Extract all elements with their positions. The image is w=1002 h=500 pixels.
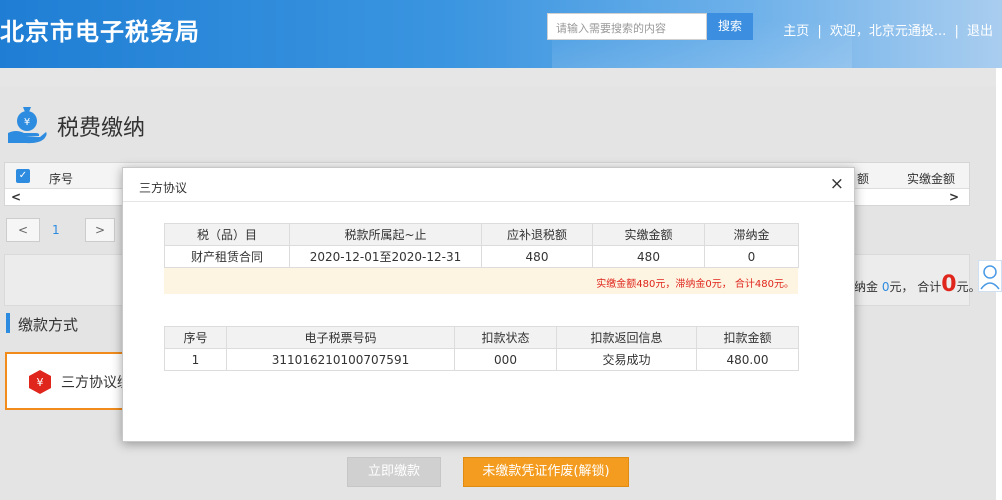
svg-text:¥: ¥ (37, 376, 44, 389)
column-deduction-status: 扣款状态 (454, 326, 557, 349)
customer-service-icon[interactable] (978, 260, 1002, 292)
svg-text:¥: ¥ (24, 117, 30, 128)
nav-separator: | (817, 24, 822, 39)
cell-ticket-number: 311016210100707591 (226, 348, 455, 371)
nav-welcome-user[interactable]: 欢迎，北京元通投... (830, 24, 946, 39)
money-bag-hand-icon: ¥ (8, 107, 47, 144)
table-header-row: 税（品）目 税款所属起~止 应补退税额 实缴金额 滞纳金 (164, 223, 799, 246)
payment-method-title: 缴款方式 (18, 316, 79, 334)
cell-tax-due: 480 (481, 245, 593, 268)
column-tax-due: 应补退税额 (481, 223, 593, 246)
site-header: 北京市电子税务局 请输入需要搜索的内容 搜索 主页 | 欢迎，北京元通投... … (0, 0, 1002, 68)
scroll-right-arrow[interactable]: > (949, 190, 959, 204)
search-input[interactable]: 请输入需要搜索的内容 (547, 13, 707, 40)
amount-note-text: 实缴金额480元，滞纳金0元， 合计480元。 (596, 279, 794, 290)
table-row: 1 311016210100707591 000 交易成功 480.00 (164, 348, 799, 371)
section-marker (6, 313, 10, 333)
total-value: 0 (941, 272, 957, 297)
table-row: 财产租赁合同 2020-12-01至2020-12-31 480 480 0 (164, 245, 799, 268)
site-title: 北京市电子税务局 (0, 18, 200, 46)
payment-method-label: 三方协议缴 (61, 375, 131, 391)
void-voucher-button[interactable]: 未缴款凭证作废(解锁) (463, 457, 629, 487)
column-paid-amount: 实缴金额 (592, 223, 705, 246)
nav-separator: | (954, 24, 959, 39)
cell-tax-period: 2020-12-01至2020-12-31 (289, 245, 482, 268)
tripartite-agreement-dialog: 三方协议 × 税（品）目 税款所属起~止 应补退税额 实缴金额 滞纳金 财产租赁… (122, 167, 855, 442)
cell-late-fee: 0 (704, 245, 799, 268)
nav-home-link[interactable]: 主页 (783, 24, 809, 39)
amount-note-row: 实缴金额480元，滞纳金0元， 合计480元。 (164, 268, 798, 294)
cell-index: 1 (164, 348, 227, 371)
top-nav: 主页 | 欢迎，北京元通投... | 退出 (781, 20, 995, 39)
dialog-header: 三方协议 × (123, 168, 854, 202)
pay-now-button[interactable]: 立即缴款 (347, 457, 441, 487)
page-title: 税费缴纳 (57, 116, 146, 141)
column-index: 序号 (49, 172, 74, 186)
cell-deduction-status: 000 (454, 348, 557, 371)
column-return-info: 扣款返回信息 (556, 326, 697, 349)
column-paid-amount: 实缴金额 (907, 172, 956, 186)
tax-detail-table: 税（品）目 税款所属起~止 应补退税额 实缴金额 滞纳金 财产租赁合同 2020… (164, 223, 799, 268)
column-tax-item: 税（品）目 (164, 223, 290, 246)
dialog-title: 三方协议 (139, 181, 188, 195)
tripartite-agreement-icon: ¥ (29, 370, 51, 394)
cell-deduction-amount: 480.00 (696, 348, 799, 371)
cell-paid-amount: 480 (592, 245, 705, 268)
column-tax-period: 税款所属起~止 (289, 223, 482, 246)
column-late-fee: 滞纳金 (704, 223, 799, 246)
select-all-checkbox[interactable]: ✓ (16, 169, 30, 183)
scroll-left-arrow[interactable]: < (11, 190, 21, 204)
cell-return-info: 交易成功 (556, 348, 697, 371)
column-ticket-number: 电子税票号码 (226, 326, 455, 349)
deduction-result-table: 序号 电子税票号码 扣款状态 扣款返回信息 扣款金额 1 31101621010… (164, 326, 799, 371)
nav-logout-link[interactable]: 退出 (967, 24, 993, 39)
pager-next-button[interactable]: > (85, 218, 115, 242)
pager-prev-button[interactable]: < (6, 218, 40, 242)
column-amount-partial: 额 (857, 172, 870, 186)
payment-summary-text: 纳金 0元， 合计0元。 (854, 272, 981, 297)
table-header-row: 序号 电子税票号码 扣款状态 扣款返回信息 扣款金额 (164, 326, 799, 349)
search-button[interactable]: 搜索 (707, 13, 753, 40)
close-icon[interactable]: × (830, 175, 844, 193)
column-index: 序号 (164, 326, 227, 349)
pager-current-page[interactable]: 1 (52, 223, 60, 237)
cell-tax-item: 财产租赁合同 (164, 245, 290, 268)
column-deduction-amount: 扣款金额 (696, 326, 799, 349)
